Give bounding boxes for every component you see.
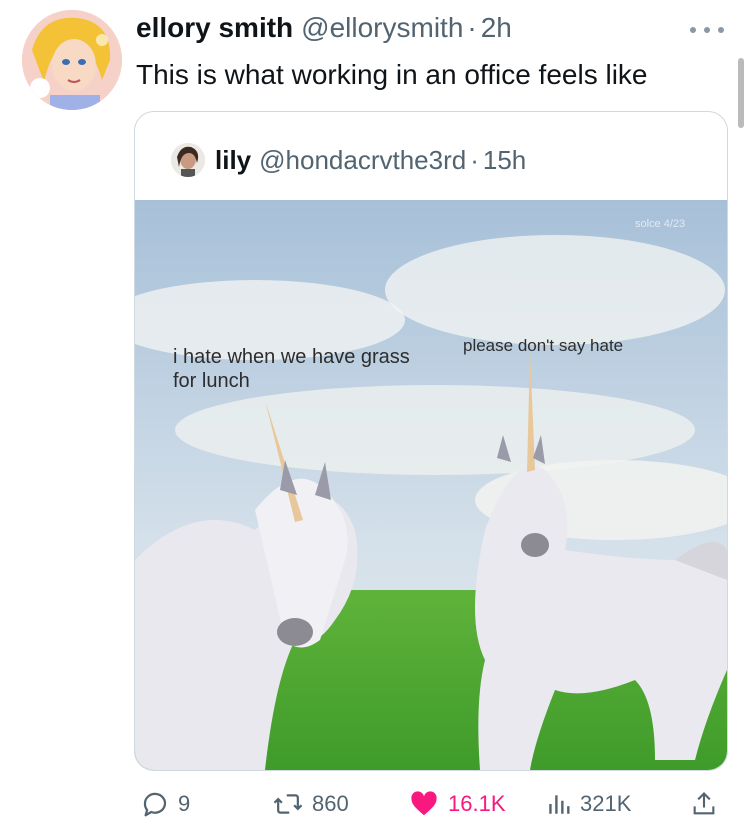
quoted-tweet-image[interactable]: solce 4/23 i hate when we have grass for…	[135, 200, 727, 770]
quoted-author-name[interactable]: lily	[215, 145, 251, 176]
tweet-text: This is what working in an office feels …	[136, 59, 648, 90]
reply-icon	[143, 792, 167, 817]
tweet-header: ellory smith @ellorysmith · 2h	[136, 8, 512, 48]
repost-icon	[273, 794, 303, 814]
quoted-tweet[interactable]: lily @hondacrvthe3rd · 15h solce 4/23 i …	[134, 111, 728, 771]
share-button[interactable]	[690, 782, 726, 826]
image-watermark: solce 4/23	[635, 218, 686, 230]
reply-count: 9	[178, 791, 191, 816]
quoted-author-avatar[interactable]	[171, 143, 205, 177]
scrollbar[interactable]	[738, 58, 744, 128]
meme-caption-right: please don't say hate	[463, 336, 624, 355]
author-handle[interactable]: @ellorysmith	[301, 12, 463, 44]
views-button[interactable]: 321K	[546, 782, 631, 826]
more-icon[interactable]	[690, 20, 724, 40]
unicorn-meme-image	[135, 200, 727, 770]
separator-dot: ·	[470, 144, 479, 175]
quoted-author-handle[interactable]: @hondacrvthe3rd	[259, 145, 466, 176]
share-icon	[693, 792, 715, 815]
view-count: 321K	[580, 791, 632, 816]
views-icon	[549, 795, 570, 814]
separator-dot: ·	[467, 12, 477, 43]
repost-count: 860	[312, 791, 349, 816]
repost-button[interactable]: 860	[272, 782, 349, 826]
author-name[interactable]: ellory smith	[136, 12, 293, 44]
quoted-tweet-header: lily @hondacrvthe3rd · 15h	[171, 142, 526, 178]
quoted-tweet-timestamp[interactable]: 15h	[483, 145, 526, 176]
action-bar: 9 860 16.1K 321K	[136, 782, 726, 826]
author-avatar[interactable]	[22, 10, 122, 110]
tweet-timestamp[interactable]: 2h	[481, 12, 512, 44]
like-icon	[411, 791, 437, 816]
reply-button[interactable]: 9	[140, 782, 190, 826]
like-count: 16.1K	[448, 791, 506, 816]
like-button[interactable]: 16.1K	[408, 782, 506, 826]
meme-caption-left: i hate when we have grass for lunch	[173, 346, 410, 392]
